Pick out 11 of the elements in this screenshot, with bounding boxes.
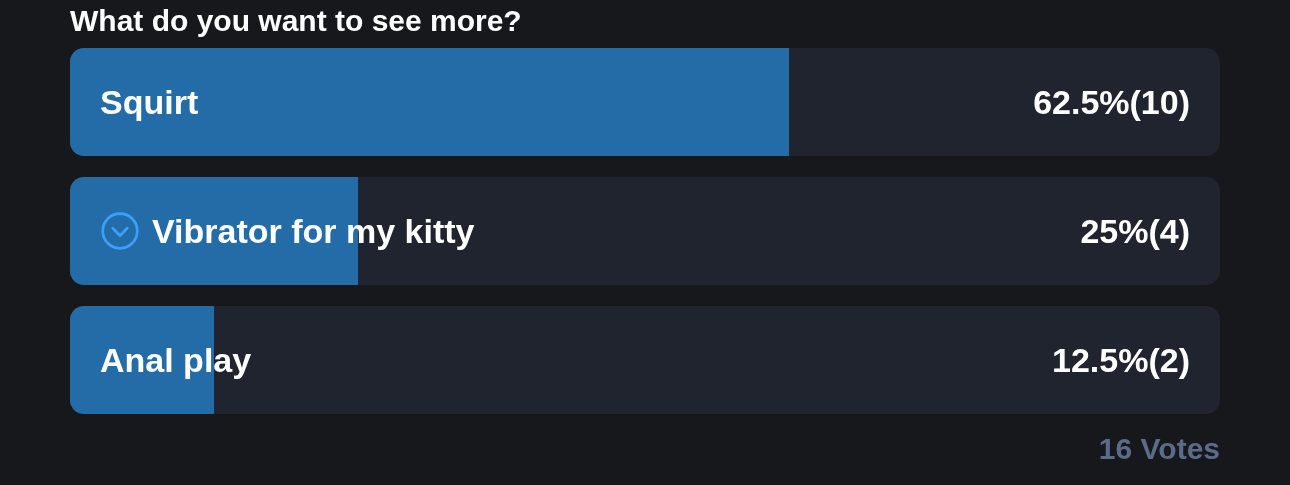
vote-count: 16 Votes xyxy=(1097,432,1220,466)
poll-option[interactable]: Squirt 62.5%(10) xyxy=(70,48,1220,156)
poll-option[interactable]: Anal play 12.5%(2) xyxy=(70,306,1220,414)
poll-option[interactable]: Vibrator for my kitty 25%(4) xyxy=(70,177,1220,285)
option-label: Vibrator for my kitty xyxy=(152,211,475,251)
poll-question: What do you want to see more? xyxy=(70,4,523,39)
option-label: Squirt xyxy=(100,82,199,122)
option-label: Anal play xyxy=(100,340,252,380)
option-result: 62.5%(10) xyxy=(1033,82,1190,122)
option-result: 12.5%(2) xyxy=(1052,340,1190,380)
option-result: 25%(4) xyxy=(1080,211,1190,251)
